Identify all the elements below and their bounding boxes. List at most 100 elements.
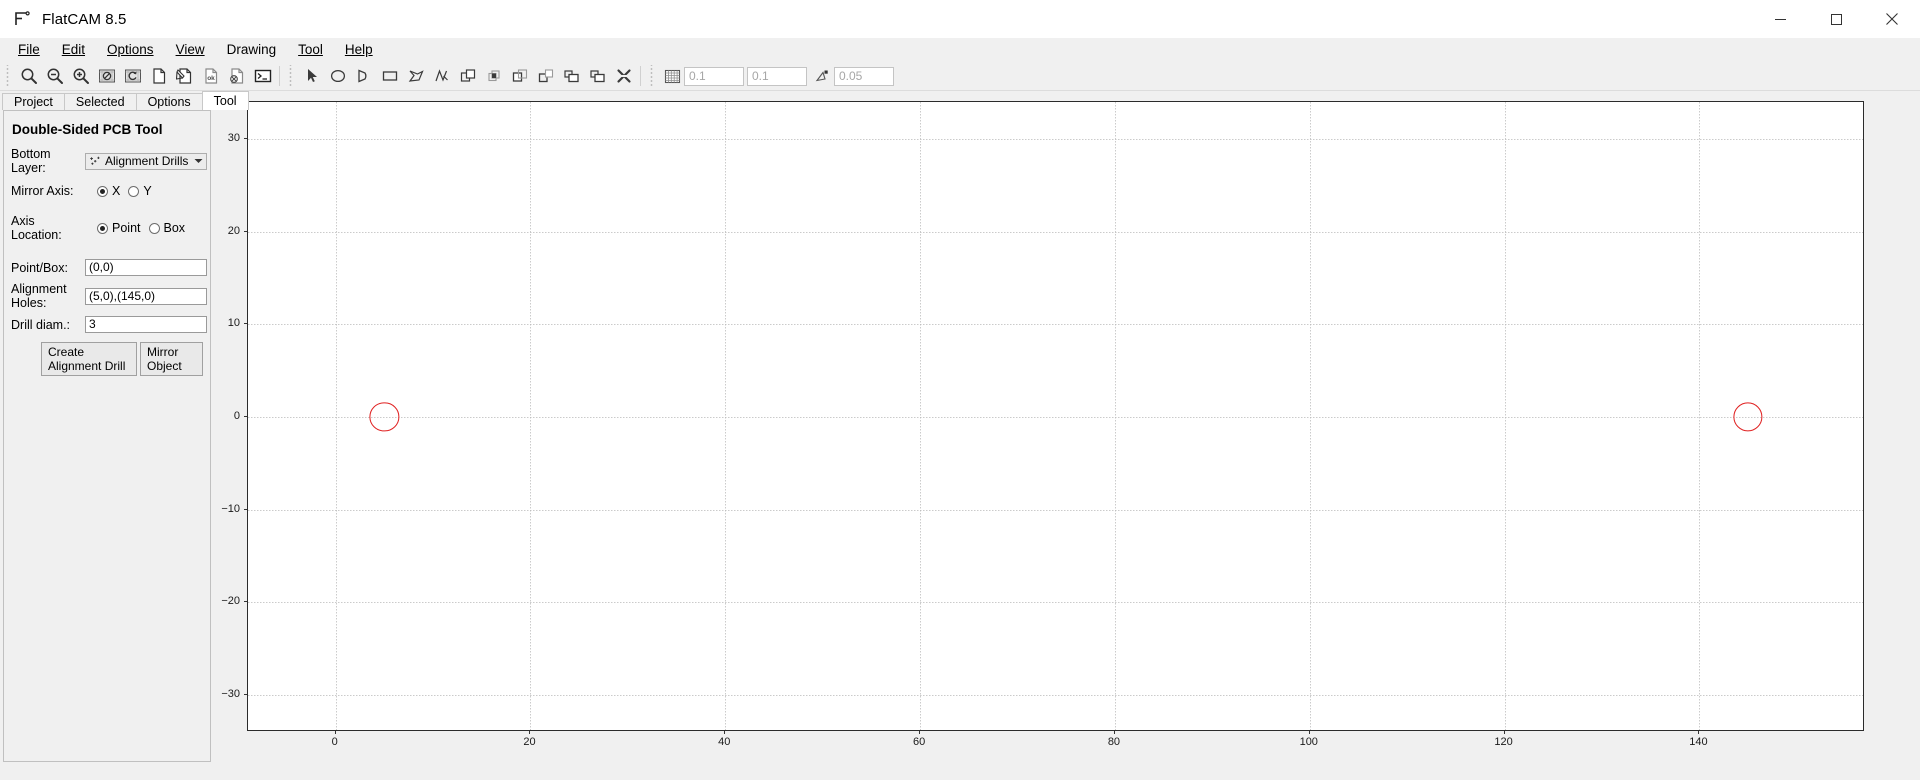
menu-edit[interactable]: Edit	[51, 39, 96, 61]
title-bar: FlatCAM 8.5	[0, 0, 1920, 38]
mirror-axis-radio-x[interactable]: X	[97, 184, 120, 198]
zoom-in-icon[interactable]	[68, 64, 94, 89]
shell-terminal-icon[interactable]	[250, 64, 276, 89]
title-bar-left: FlatCAM 8.5	[0, 9, 126, 29]
delete-shape-icon[interactable]	[611, 64, 637, 89]
mirror-axis-row: Mirror Axis: X Y	[11, 184, 203, 198]
cut-path-icon[interactable]	[533, 64, 559, 89]
move-shape-icon[interactable]	[585, 64, 611, 89]
panel-tab-bar: Project Selected Options Tool	[0, 91, 249, 110]
radio-indicator-x[interactable]	[97, 185, 108, 197]
union-icon[interactable]	[455, 64, 481, 89]
draw-circle-icon[interactable]	[325, 64, 351, 89]
close-button[interactable]	[1864, 0, 1920, 38]
update-geometry-ok-icon[interactable]: ok	[198, 64, 224, 89]
menu-drawing[interactable]: Drawing	[216, 39, 288, 61]
flatcam-logo-icon	[12, 9, 32, 29]
radio-indicator-point[interactable]	[97, 222, 108, 234]
y-tick-label: −20	[221, 595, 240, 608]
point-box-label: Point/Box:	[11, 260, 68, 275]
mirror-axis-control: X Y	[85, 184, 203, 198]
menu-tool[interactable]: Tool	[287, 39, 334, 61]
snap-to-grid-icon[interactable]	[660, 64, 684, 88]
drill-diam-label: Drill diam.:	[11, 317, 71, 332]
snap-to-corner-icon[interactable]	[810, 64, 834, 88]
plot-axes[interactable]	[247, 101, 1864, 731]
create-alignment-drill-button[interactable]: Create Alignment Drill	[41, 342, 137, 376]
x-tick-mark	[724, 731, 726, 734]
bottom-layer-row: Bottom Layer: Alignment Drills	[11, 147, 207, 175]
drill-diam-input[interactable]: 3	[85, 316, 207, 333]
x-tick-mark	[1113, 731, 1115, 734]
axis-location-radio-point[interactable]: Point	[97, 221, 141, 235]
toolbar-grip-3[interactable]	[648, 65, 657, 87]
workspace: Project Selected Options Tool Double-Sid…	[0, 91, 1920, 768]
drill-diam-control: 3	[85, 316, 207, 333]
bottom-layer-combobox[interactable]: Alignment Drills	[85, 152, 207, 170]
snap-max-input[interactable]: 0.05	[834, 66, 894, 86]
y-tick-mark	[244, 601, 247, 603]
zoom-fit-icon[interactable]	[16, 64, 42, 89]
grid-line-horizontal	[248, 417, 1863, 418]
point-box-input[interactable]: (0,0)	[85, 259, 207, 276]
clear-plot-icon[interactable]	[94, 64, 120, 89]
menu-options[interactable]: Options	[96, 39, 165, 61]
mirror-axis-radio-y[interactable]: Y	[128, 184, 152, 198]
x-tick-mark	[529, 731, 531, 734]
minimize-button[interactable]	[1752, 0, 1808, 38]
axis-location-radio-box[interactable]: Box	[148, 221, 186, 235]
draw-rectangle-icon[interactable]	[377, 64, 403, 89]
grid-line-vertical	[1114, 102, 1116, 730]
menu-file[interactable]: File	[7, 39, 51, 61]
x-tick-label: 80	[1107, 736, 1121, 748]
toolbar-grip-1[interactable]	[4, 65, 13, 87]
subtract-icon[interactable]	[507, 64, 533, 89]
edit-geometry-icon[interactable]	[172, 64, 198, 89]
window-title: FlatCAM 8.5	[42, 10, 127, 28]
tab-tool[interactable]: Tool	[201, 91, 249, 110]
mirror-object-button[interactable]: Mirror Object	[140, 342, 203, 376]
intersection-icon[interactable]	[481, 64, 507, 89]
mirror-axis-y-label: Y	[143, 184, 152, 198]
replot-icon[interactable]	[120, 64, 146, 89]
plot-area[interactable]: 0 20 40 60 80 100 120 140 −30 −20 −10 0 10 20 30	[215, 91, 1920, 768]
tab-selected[interactable]: Selected	[63, 93, 137, 110]
radio-indicator-box[interactable]	[148, 222, 160, 234]
menu-bar: File Edit Options View Drawing Tool Help	[0, 38, 1920, 62]
alignment-drill-marker[interactable]	[369, 402, 399, 432]
grid-x-input[interactable]: 0.1	[684, 66, 744, 86]
delete-object-icon[interactable]	[224, 64, 250, 89]
y-tick-label: −30	[221, 687, 240, 700]
new-blank-geometry-icon[interactable]	[146, 64, 172, 89]
x-tick-label: 0	[331, 736, 338, 748]
zoom-out-icon[interactable]	[42, 64, 68, 89]
grid-line-horizontal	[248, 324, 1863, 326]
tab-options[interactable]: Options	[135, 93, 203, 110]
draw-arc-icon[interactable]	[351, 64, 377, 89]
alignment-holes-input[interactable]: (5,0),(145,0)	[85, 287, 207, 305]
drill-diam-row: Drill diam.: 3	[11, 316, 207, 333]
flatcam-window: FlatCAM 8.5 File Edit Options View Drawi…	[0, 0, 1920, 780]
menu-help[interactable]: Help	[334, 39, 384, 61]
grid-y-input[interactable]: 0.1	[747, 66, 807, 86]
y-tick-mark	[244, 138, 247, 140]
draw-polygon-icon[interactable]	[403, 64, 429, 89]
copy-shape-icon[interactable]	[559, 64, 585, 89]
select-arrow-icon[interactable]	[299, 64, 325, 89]
toolbar-grip-2[interactable]	[287, 65, 296, 87]
tab-project[interactable]: Project	[2, 93, 65, 110]
maximize-button[interactable]	[1808, 0, 1864, 38]
alignment-drill-marker[interactable]	[1733, 402, 1763, 432]
y-tick-mark	[244, 508, 247, 510]
x-tick-label: 60	[913, 736, 926, 748]
x-tick-mark	[919, 731, 921, 734]
radio-indicator-y[interactable]	[128, 185, 140, 197]
draw-path-icon[interactable]	[429, 64, 455, 89]
axis-location-box-label: Box	[163, 221, 186, 235]
grid-line-horizontal	[248, 509, 1863, 511]
y-tick-mark	[244, 416, 247, 417]
chevron-down-icon[interactable]	[190, 158, 206, 164]
page-title: Double-Sided PCB Tool	[12, 122, 163, 137]
menu-view[interactable]: View	[165, 39, 216, 61]
bottom-layer-control: Alignment Drills	[85, 152, 207, 170]
